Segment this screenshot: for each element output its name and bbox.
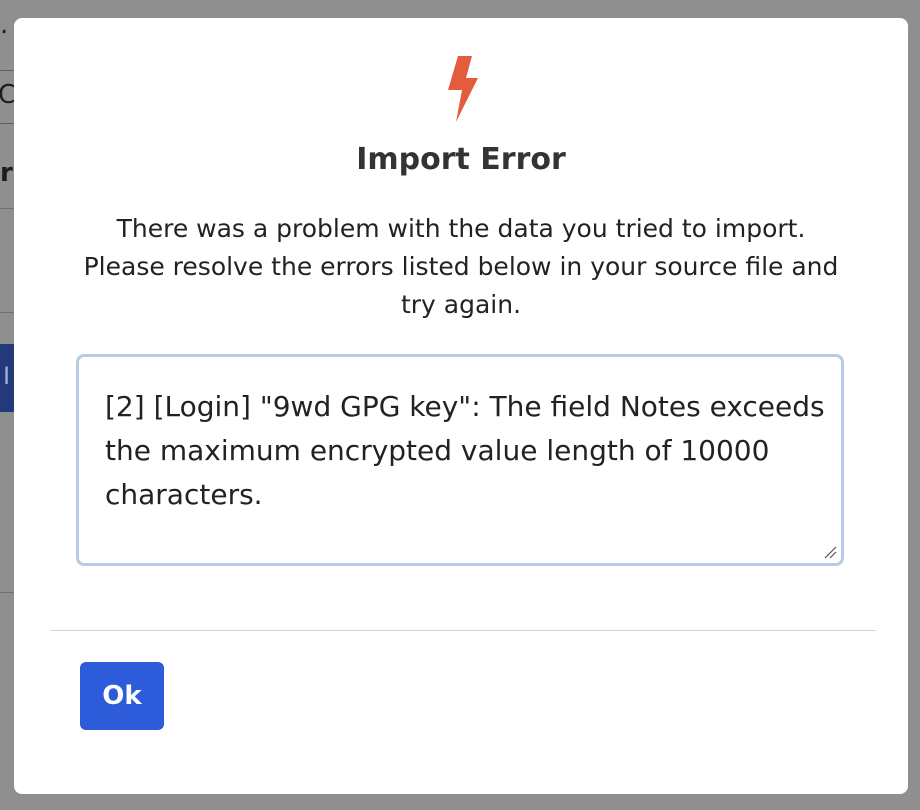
- error-details-text: [2] [Login] "9wd GPG key": The field Not…: [105, 390, 825, 511]
- background-divider: [0, 312, 14, 313]
- error-details-textarea[interactable]: [2] [Login] "9wd GPG key": The field Not…: [76, 354, 844, 566]
- background-fragment-i: I: [3, 362, 11, 390]
- background-divider: [0, 208, 14, 209]
- footer-divider: [50, 630, 876, 631]
- resize-handle-icon[interactable]: [823, 545, 837, 559]
- import-error-dialog: Import Error There was a problem with th…: [14, 18, 908, 794]
- dialog-title: Import Error: [356, 142, 566, 177]
- ok-button[interactable]: Ok: [80, 662, 164, 730]
- dialog-message: There was a problem with the data you tr…: [83, 214, 839, 319]
- background-divider: [0, 592, 14, 593]
- background-fragment-dot: .: [0, 10, 9, 40]
- lightning-bolt-icon: [448, 56, 478, 122]
- background-fragment-r: r: [0, 158, 13, 188]
